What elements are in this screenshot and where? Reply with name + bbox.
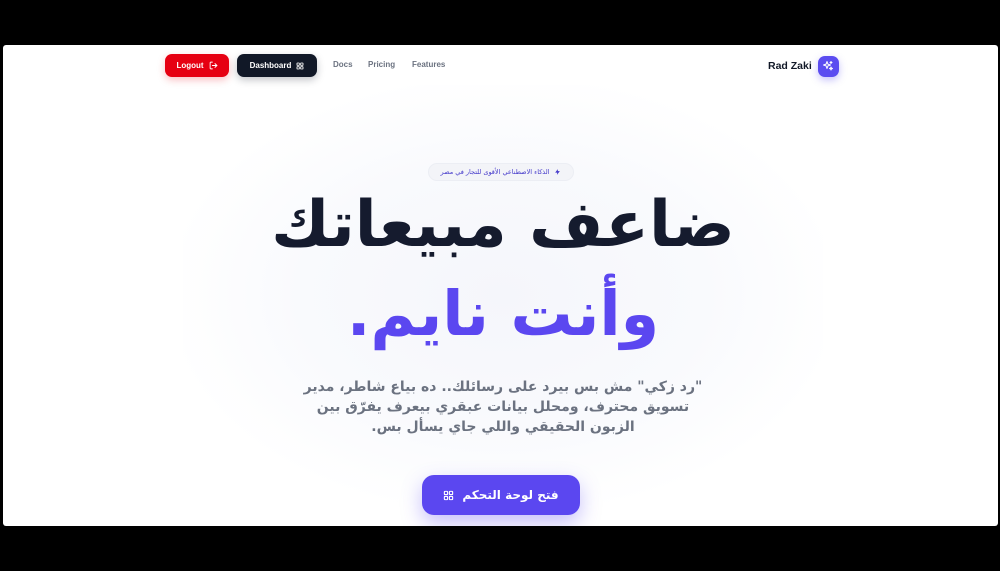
logout-label: Logout: [176, 61, 204, 70]
hero-badge: الذكاء الاصطناعي الأقوى للتجار في مصر: [428, 163, 574, 181]
cta-label: فتح لوحة التحكم: [462, 488, 559, 502]
headline-line2-text: وأنت نايم: [370, 277, 660, 350]
nav-link-features[interactable]: Features: [412, 60, 445, 69]
open-dashboard-button[interactable]: فتح لوحة التحكم: [422, 475, 580, 515]
brand[interactable]: Rad Zaki: [768, 54, 839, 78]
top-nav: Logout Dashboard Docs Pricing Features R…: [3, 45, 998, 89]
dashboard-label: Dashboard: [249, 61, 292, 70]
hero-headline-line2: وأنت نايم.: [183, 273, 823, 355]
headline-dot: .: [346, 277, 371, 350]
brand-name: Rad Zaki: [768, 60, 812, 72]
lightning-icon: [554, 168, 561, 176]
grid-icon: [443, 490, 454, 501]
logout-icon: [209, 61, 218, 70]
dashboard-button[interactable]: Dashboard: [237, 54, 317, 77]
hero-description: "رد زكي" مش بس بيرد على رسائلك.. ده بياع…: [303, 379, 703, 435]
sparkles-icon: [817, 55, 839, 77]
nav-link-docs[interactable]: Docs: [333, 60, 353, 69]
browser-viewport: Logout Dashboard Docs Pricing Features R…: [3, 45, 998, 526]
logout-button[interactable]: Logout: [165, 54, 229, 77]
badge-text: الذكاء الاصطناعي الأقوى للتجار في مصر: [440, 168, 550, 176]
nav-link-pricing[interactable]: Pricing: [368, 60, 395, 69]
grid-icon: [296, 62, 304, 70]
hero-headline-line1: ضاعف مبيعاتك: [271, 188, 736, 262]
